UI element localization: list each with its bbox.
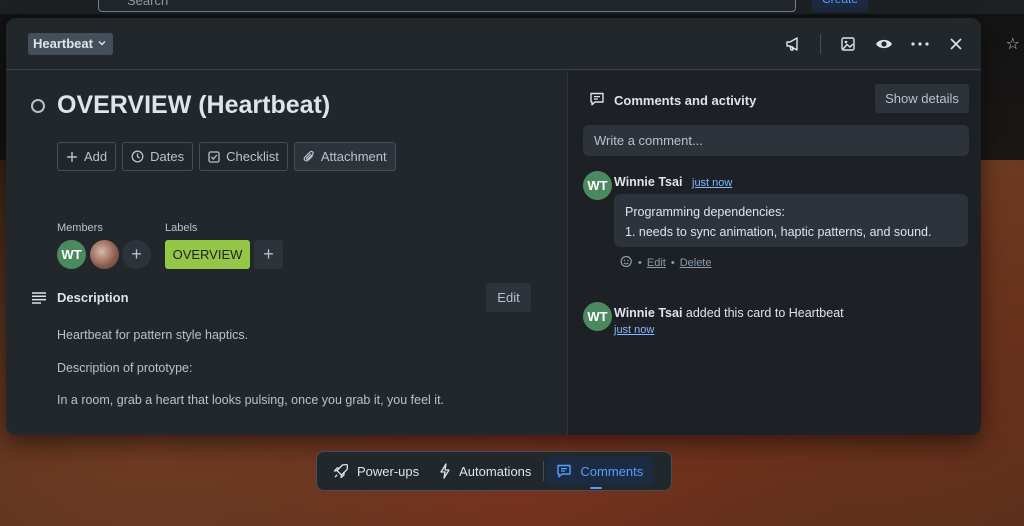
comment-timestamp[interactable]: just now [692, 177, 732, 189]
comment-delete-link[interactable]: Delete [680, 257, 712, 269]
lightning-icon [440, 463, 450, 479]
emoji-reaction-icon[interactable] [620, 255, 633, 271]
checklist-label: Checklist [226, 149, 279, 164]
star-icon[interactable]: ☆ [1006, 34, 1020, 54]
more-icon[interactable] [911, 35, 929, 53]
comment-edit-link[interactable]: Edit [647, 257, 666, 269]
description-title: Description [57, 290, 129, 305]
comment-actions: • Edit • Delete [620, 255, 711, 271]
eye-icon[interactable] [875, 35, 893, 53]
comment-icon [557, 464, 572, 478]
search-input[interactable]: Search [98, 0, 796, 12]
comments-tab-button[interactable]: Comments [546, 457, 654, 489]
activity-author[interactable]: Winnie Tsai [614, 306, 682, 320]
automations-button[interactable]: Automations [429, 457, 541, 485]
comments-panel: Comments and activity Show details WT Wi… [567, 71, 981, 435]
dates-label: Dates [150, 149, 185, 164]
header-divider [820, 34, 821, 54]
labels-label: Labels [165, 222, 198, 234]
chevron-down-icon [97, 38, 107, 55]
powerups-button[interactable]: Power-ups [323, 457, 429, 485]
card-title[interactable]: OVERVIEW (Heartbeat) [57, 91, 330, 120]
card-actions: Add Dates Checklist Attachment [57, 142, 396, 171]
comments-tab-label: Comments [580, 463, 644, 479]
clock-icon [131, 150, 144, 163]
list-selector[interactable]: Heartbeat [28, 33, 113, 55]
comment-icon [589, 91, 605, 112]
list-name: Heartbeat [33, 36, 93, 51]
attachment-button[interactable]: Attachment [293, 142, 396, 171]
image-icon[interactable] [839, 35, 857, 53]
add-button[interactable]: Add [57, 142, 117, 171]
attachment-label: Attachment [320, 149, 387, 164]
checkbox-icon [208, 150, 220, 163]
dates-button[interactable]: Dates [122, 142, 194, 171]
members-label: Members [57, 222, 103, 234]
card-main: OVERVIEW (Heartbeat) Add Dates Checklist… [6, 71, 567, 435]
comment-author[interactable]: Winnie Tsai [614, 175, 682, 189]
activity-text: added this card to Heartbeat [682, 306, 844, 320]
powerups-label: Power-ups [357, 463, 420, 479]
activity-timestamp[interactable]: just now [614, 324, 654, 336]
label-overview[interactable]: OVERVIEW [165, 240, 250, 269]
edit-description-button[interactable]: Edit [486, 283, 531, 312]
comment-line: Programming dependencies: [625, 205, 785, 219]
separator-dot: • [670, 257, 675, 269]
megaphone-icon[interactable] [784, 35, 802, 53]
checklist-button[interactable]: Checklist [199, 142, 288, 171]
top-nav-bar: Search Create [0, 0, 1024, 14]
description-line: In a room, grab a heart that looks pulsi… [57, 393, 445, 407]
comment-avatar[interactable]: WT [583, 171, 612, 200]
card-modal: Heartbeat OVERVIEW (Heartbeat) Add Dates… [6, 18, 981, 435]
create-button[interactable]: Create [812, 0, 868, 12]
modal-header: Heartbeat [6, 18, 981, 70]
activity-avatar[interactable]: WT [583, 302, 612, 331]
show-details-button[interactable]: Show details [875, 84, 969, 113]
separator-dot: • [638, 257, 642, 269]
comment-body: Programming dependencies: 1. needs to sy… [614, 194, 968, 247]
toolbar-divider [543, 461, 545, 481]
activity-entry: Winnie Tsai added this card to Heartbeat [614, 306, 844, 320]
rocket-icon [333, 463, 349, 479]
close-icon[interactable] [947, 35, 965, 53]
add-label-button[interactable]: + [254, 240, 283, 269]
comment-line: 1. needs to sync animation, haptic patte… [625, 225, 932, 239]
add-member-button[interactable]: + [122, 240, 151, 269]
bottom-toolbar: Power-ups Automations Comments [316, 451, 672, 491]
comment-input[interactable] [583, 125, 969, 156]
plus-icon [67, 151, 77, 162]
member-avatar-wt[interactable]: WT [57, 240, 86, 269]
description-icon [32, 291, 46, 309]
member-avatar-photo[interactable] [90, 240, 119, 269]
add-label: Add [84, 149, 108, 164]
description-line: Description of prototype: [57, 361, 193, 375]
description-line: Heartbeat for pattern style haptics. [57, 328, 249, 342]
automations-label: Automations [459, 463, 532, 479]
comments-title: Comments and activity [614, 93, 757, 108]
complete-toggle[interactable] [31, 99, 45, 113]
paperclip-icon [303, 150, 314, 162]
